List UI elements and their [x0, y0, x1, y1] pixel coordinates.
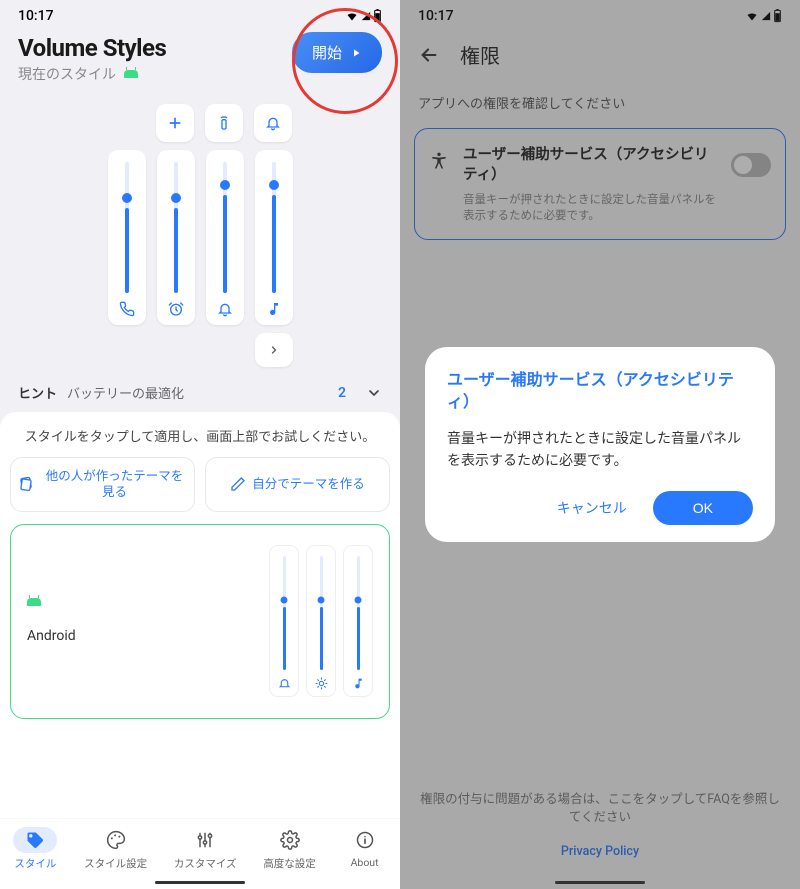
nav-advanced[interactable]: 高度な設定 [263, 827, 316, 871]
tag-icon [25, 830, 45, 850]
app-header: Volume Styles 現在のスタイル 開始 [0, 24, 400, 90]
bottom-nav: スタイル スタイル設定 カスタマイズ 高度な設定 About [0, 818, 400, 889]
dialog-body: 音量キーが押されたときに設定した音量パネルを表示するために必要です。 [447, 428, 753, 473]
ok-button[interactable]: OK [653, 491, 753, 525]
volume-slider-media[interactable] [255, 150, 293, 325]
pencil-icon [230, 476, 246, 492]
home-indicator [155, 881, 245, 884]
cards-icon [17, 475, 35, 493]
panel-description: スタイルをタップして適用し、画面上部でお試しください。 [10, 426, 390, 445]
chevron-down-icon [366, 385, 382, 401]
styles-panel: スタイルをタップして適用し、画面上部でお試しください。 他の人が作ったテーマを見… [0, 412, 400, 832]
music-icon [266, 301, 282, 317]
dialog-overlay: ユーザー補助サービス（アクセシビリティ） 音量キーが押されたときに設定した音量パ… [400, 0, 800, 889]
status-icons [345, 9, 382, 23]
remote-button[interactable] [205, 104, 243, 142]
theme-card-android[interactable]: Android [10, 524, 390, 719]
dialog-title: ユーザー補助サービス（アクセシビリティ） [447, 369, 753, 414]
android-icon [124, 70, 138, 78]
nav-style[interactable]: スタイル [13, 827, 57, 871]
expand-button[interactable] [255, 333, 293, 367]
sliders-icon [195, 830, 215, 850]
signal-icon [361, 10, 371, 22]
browse-themes-button[interactable]: 他の人が作ったテーマを見る [10, 457, 195, 512]
chevron-right-icon [268, 344, 280, 356]
hint-label: ヒント [18, 383, 57, 402]
palette-icon [106, 830, 126, 850]
volume-slider-phone[interactable] [108, 150, 146, 325]
phone-icon [119, 301, 135, 317]
remote-icon [216, 115, 232, 131]
status-time: 10:17 [18, 8, 54, 24]
battery-icon [373, 9, 382, 23]
add-button[interactable] [156, 104, 194, 142]
create-theme-button[interactable]: 自分でテーマを作る [205, 457, 390, 512]
info-icon [355, 830, 375, 850]
status-bar: 10:17 [0, 0, 400, 24]
hint-row[interactable]: ヒント バッテリーの最適化 2 [0, 367, 400, 412]
hint-count: 2 [338, 385, 346, 401]
mini-slider [343, 545, 373, 697]
screen-volume-styles: 10:17 Volume Styles 現在のスタイル 開始 [0, 0, 400, 889]
screen-permissions: 10:17 権限 アプリへの権限を確認してください ユーザー補助サービス（アクセ… [400, 0, 800, 889]
bell-icon [217, 301, 233, 317]
bell-button[interactable] [254, 104, 292, 142]
alarm-icon [168, 301, 184, 317]
nav-about[interactable]: About [343, 827, 387, 871]
nav-customize[interactable]: カスタマイズ [174, 827, 237, 871]
theme-name: Android [27, 628, 76, 644]
start-button[interactable]: 開始 [292, 32, 382, 73]
dialog: ユーザー補助サービス（アクセシビリティ） 音量キーが押されたときに設定した音量パ… [425, 347, 775, 543]
subtitle: 現在のスタイル [18, 64, 116, 84]
cancel-button[interactable]: キャンセル [545, 490, 639, 526]
nav-style-settings[interactable]: スタイル設定 [84, 827, 147, 871]
bell-icon [278, 677, 291, 690]
bell-icon [265, 115, 281, 131]
plus-icon [167, 115, 183, 131]
wifi-icon [345, 10, 359, 22]
gear-icon [280, 830, 300, 850]
mini-slider [306, 545, 336, 697]
play-icon [350, 47, 362, 59]
volume-slider-ring[interactable] [206, 150, 244, 325]
brightness-icon [315, 677, 328, 690]
volume-preview [0, 104, 400, 367]
android-icon [27, 598, 41, 606]
mini-slider [269, 545, 299, 697]
hint-text: バッテリーの最適化 [67, 383, 328, 402]
volume-slider-alarm[interactable] [157, 150, 195, 325]
music-icon [352, 677, 365, 690]
